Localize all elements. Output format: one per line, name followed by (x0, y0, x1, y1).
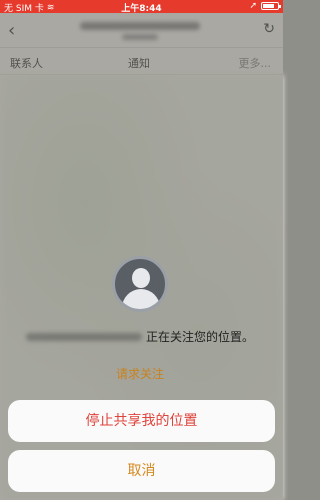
cancel-button[interactable]: 取消 (8, 450, 275, 492)
avatar-body (122, 289, 160, 309)
location-arrow-icon: ➚ (249, 1, 257, 11)
battery-level (263, 4, 275, 8)
battery-icon (261, 2, 281, 10)
following-status-text: 正在关注您的位置。 (146, 330, 255, 344)
status-bar: 无 SIM 卡 ≋ 上午8:44 ➚ (0, 0, 283, 14)
avatar (112, 256, 168, 312)
request-follow-button[interactable]: 请求关注 (116, 365, 164, 382)
follower-email-blurred (26, 333, 142, 341)
stop-sharing-button[interactable]: 停止共享我的位置 (8, 400, 275, 442)
avatar-head (132, 268, 150, 288)
